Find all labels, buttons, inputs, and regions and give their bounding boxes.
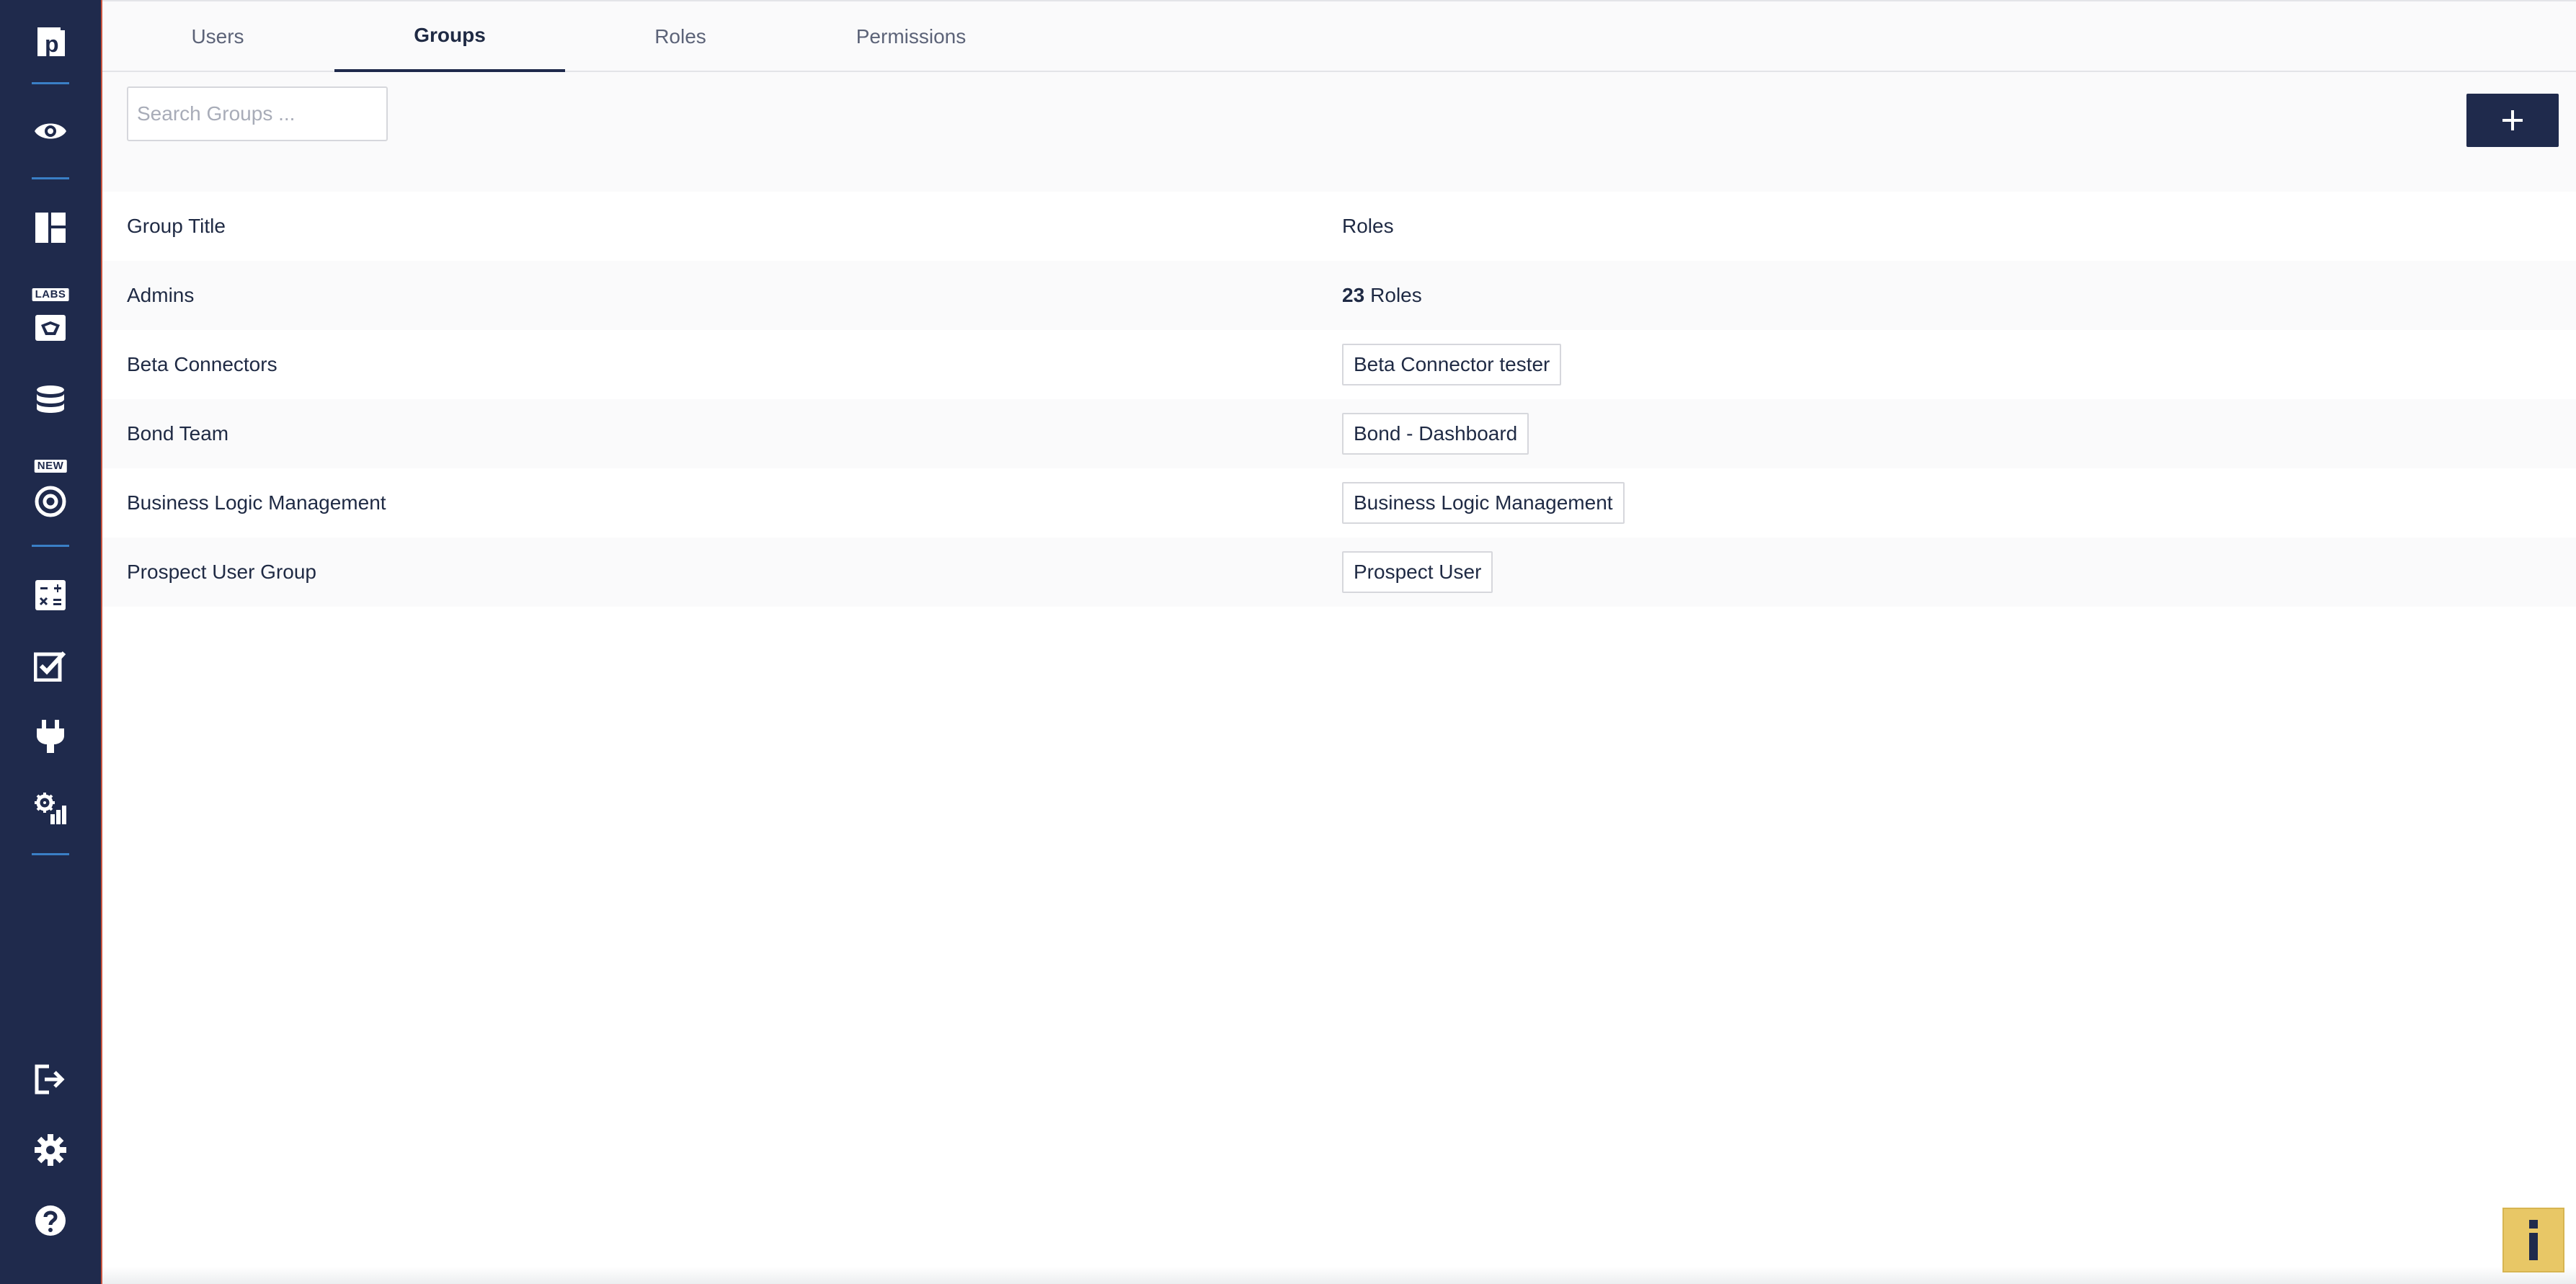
sidebar-item-dashboards[interactable]: [0, 205, 101, 251]
tab-groups[interactable]: Groups: [334, 1, 565, 72]
tab-users[interactable]: Users: [102, 1, 333, 72]
table-row[interactable]: Beta Connectors Beta Connector tester: [102, 330, 2576, 399]
table-row[interactable]: Business Logic Management Business Logic…: [102, 468, 2576, 538]
roles-cell: Beta Connector tester: [1342, 330, 1562, 399]
table-row[interactable]: Bond Team Bond - Dashboard: [102, 399, 2576, 468]
sidebar-item-data[interactable]: [0, 378, 101, 424]
sidebar-item-admin-analytics[interactable]: [0, 785, 101, 832]
sidebar: p LABS NEW: [0, 0, 102, 1284]
sidebar-divider: [32, 82, 69, 84]
labs-icon: [35, 315, 66, 341]
role-tag[interactable]: Beta Connector tester: [1342, 344, 1562, 385]
roles-cell: Business Logic Management: [1342, 468, 1625, 538]
table-row[interactable]: Prospect User Group Prospect User: [102, 538, 2576, 607]
column-header-group-title: Group Title: [127, 215, 226, 237]
info-button[interactable]: [2502, 1208, 2564, 1272]
toolbar: [102, 72, 2576, 192]
groups-table: Group Title Roles Admins 23 Roles Beta C…: [102, 192, 2576, 607]
group-title: Admins: [127, 284, 195, 306]
sidebar-item-tasks[interactable]: [0, 643, 101, 689]
eye-icon: [35, 123, 66, 139]
info-icon: [2529, 1220, 2538, 1260]
settings-icon: [35, 1134, 66, 1166]
new-badge: NEW: [34, 460, 67, 473]
logo[interactable]: p: [0, 19, 101, 65]
sidebar-divider: [32, 545, 69, 547]
role-tag[interactable]: Business Logic Management: [1342, 482, 1625, 524]
target-icon: [35, 486, 66, 517]
role-tag[interactable]: Bond - Dashboard: [1342, 413, 1529, 455]
sidebar-item-settings[interactable]: [0, 1127, 101, 1173]
plug-icon: [37, 720, 64, 753]
table-row[interactable]: Admins 23 Roles: [102, 261, 2576, 330]
group-title: Beta Connectors: [127, 353, 277, 375]
help-icon: [35, 1205, 66, 1236]
roles-cell: Bond - Dashboard: [1342, 399, 1529, 468]
labs-badge: LABS: [32, 288, 69, 301]
roles-cell: Prospect User: [1342, 538, 1493, 607]
table-header: Group Title Roles: [102, 192, 2576, 261]
tab-permissions[interactable]: Permissions: [796, 1, 1026, 72]
sidebar-item-new[interactable]: NEW: [0, 458, 101, 523]
logo-icon: p: [37, 26, 65, 57]
roles-count: 23: [1342, 284, 1365, 306]
main-content: Users Groups Roles Permissions Group Tit…: [102, 0, 2576, 1284]
roles-count-label: Roles: [1370, 284, 1422, 306]
checklist-icon: [34, 651, 66, 682]
column-header-roles: Roles: [1342, 215, 1394, 237]
sidebar-item-calculations[interactable]: [0, 572, 101, 618]
group-title: Business Logic Management: [127, 491, 386, 514]
add-group-button[interactable]: [2466, 94, 2559, 147]
calculator-icon: [35, 580, 66, 610]
sidebar-divider: [32, 177, 69, 179]
role-tag[interactable]: Prospect User: [1342, 551, 1493, 593]
gear-chart-icon: [35, 793, 66, 824]
logout-icon: [35, 1064, 65, 1094]
sidebar-item-logout[interactable]: [0, 1056, 101, 1102]
plus-icon: [2502, 110, 2523, 130]
group-title: Prospect User Group: [127, 561, 316, 583]
svg-text:p: p: [45, 31, 59, 57]
dashboard-icon: [35, 213, 66, 243]
bottom-edge: [102, 1267, 2576, 1284]
roles-summary[interactable]: 23 Roles: [1342, 261, 1422, 330]
search-input[interactable]: [127, 86, 388, 141]
sidebar-item-views[interactable]: [0, 108, 101, 154]
database-icon: [37, 385, 64, 413]
sidebar-item-connectors[interactable]: [0, 713, 101, 759]
sidebar-item-labs[interactable]: LABS: [0, 287, 101, 347]
group-title: Bond Team: [127, 422, 229, 445]
sidebar-divider: [32, 853, 69, 855]
tab-roles[interactable]: Roles: [565, 1, 796, 72]
sidebar-item-help[interactable]: [0, 1198, 101, 1244]
tab-bar: Users Groups Roles Permissions: [102, 0, 2576, 72]
